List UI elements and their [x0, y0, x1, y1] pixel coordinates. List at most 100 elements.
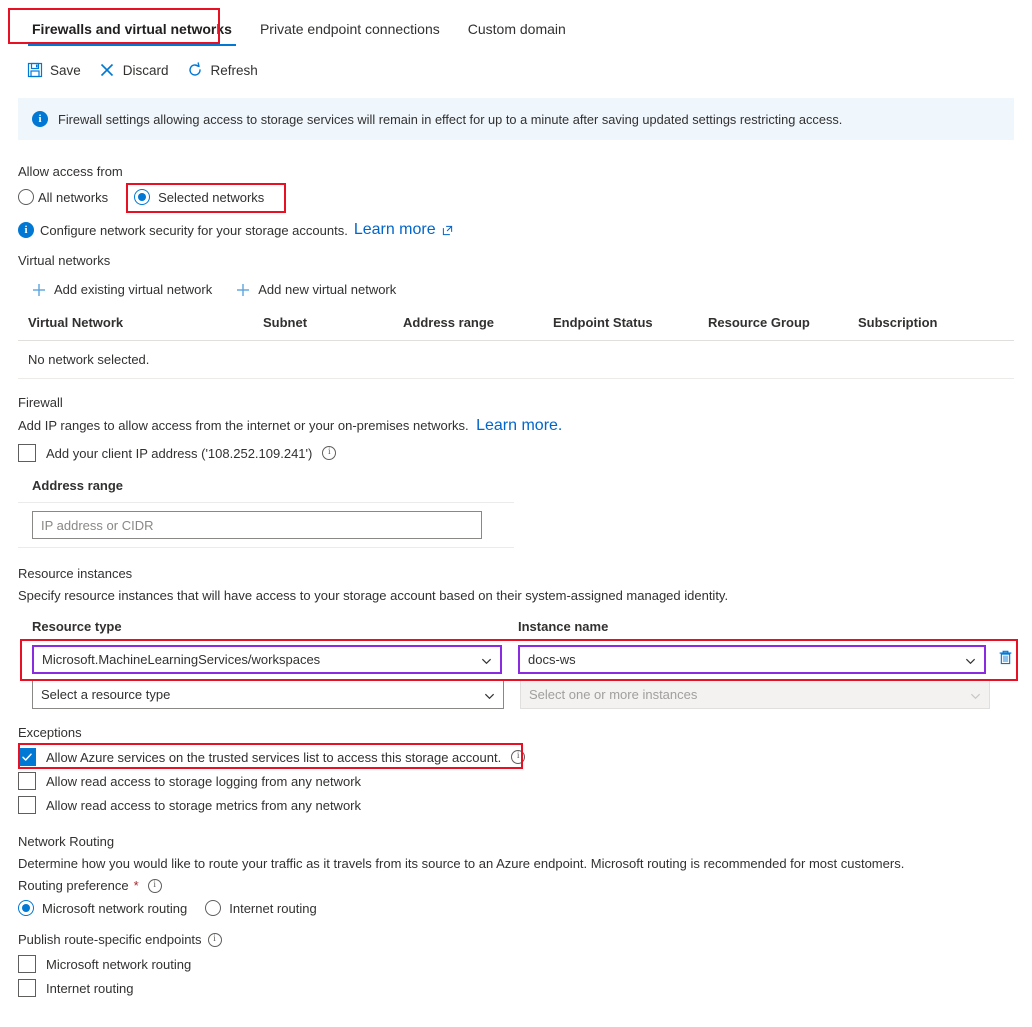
discard-label: Discard: [122, 62, 169, 78]
discard-button[interactable]: Discard: [99, 62, 169, 79]
trusted-services-checkbox[interactable]: [18, 748, 36, 766]
exception-label: Allow read access to storage metrics fro…: [46, 797, 362, 813]
resource-instances-label: Resource instances: [18, 566, 133, 581]
tab-custom-domain[interactable]: Custom domain: [454, 20, 580, 48]
info-banner: i Firewall settings allowing access to s…: [18, 98, 1014, 140]
exception-item-storage-logging[interactable]: Allow read access to storage logging fro…: [18, 772, 1014, 790]
add-new-virtual-network-button[interactable]: Add new virtual network: [236, 282, 396, 297]
column-header-subnet: Subnet: [253, 309, 393, 341]
add-client-ip-label: Add your client IP address ('108.252.109…: [46, 445, 313, 461]
instance-name-select[interactable]: docs-ws: [518, 645, 986, 674]
column-header-instance-name: Instance name: [518, 619, 609, 634]
publish-option-label: Microsoft network routing: [46, 956, 192, 972]
firewalls-and-virtual-networks-page: Firewalls and virtual networks Private e…: [0, 0, 1032, 1027]
divider: [18, 547, 514, 548]
info-outline-icon[interactable]: i: [511, 750, 526, 764]
column-header-resource-group: Resource Group: [698, 309, 848, 341]
column-header-virtual-network: Virtual Network: [18, 309, 253, 341]
radio-circle-icon[interactable]: [18, 900, 34, 916]
exception-item-storage-metrics[interactable]: Allow read access to storage metrics fro…: [18, 796, 1014, 814]
routing-preference-label-row: Routing preference * i: [18, 878, 1014, 893]
tab-label: Firewalls and virtual networks: [32, 21, 232, 37]
save-button[interactable]: Save: [26, 62, 81, 79]
info-filled-icon: i: [18, 222, 34, 238]
allow-access-label: Allow access from: [18, 164, 123, 179]
network-routing-label: Network Routing: [18, 834, 115, 849]
resource-type-placeholder: Select a resource type: [41, 687, 171, 702]
plus-icon: [236, 283, 250, 297]
resource-instance-row: Select a resource type Select one or mor…: [18, 677, 1014, 709]
tab-firewalls-and-virtual-networks[interactable]: Firewalls and virtual networks: [18, 20, 246, 48]
info-filled-icon: i: [32, 111, 48, 127]
command-bar: Save Discard Refresh: [0, 48, 1032, 92]
add-client-ip-checkbox[interactable]: [18, 444, 36, 462]
refresh-button[interactable]: Refresh: [187, 62, 258, 79]
info-outline-icon[interactable]: i: [207, 932, 222, 947]
column-header-endpoint-status: Endpoint Status: [543, 309, 698, 341]
info-outline-icon[interactable]: i: [322, 446, 337, 460]
radio-selected-networks[interactable]: Selected networks: [126, 185, 272, 209]
publish-internet-routing-row[interactable]: Internet routing: [18, 979, 1014, 997]
storage-metrics-checkbox[interactable]: [18, 796, 36, 814]
virtual-networks-actions: Add existing virtual network Add new vir…: [32, 282, 1014, 297]
storage-logging-checkbox[interactable]: [18, 772, 36, 790]
resource-type-select[interactable]: Microsoft.MachineLearningServices/worksp…: [32, 645, 502, 674]
refresh-circular-arrow-icon: [187, 62, 204, 79]
column-header-subscription: Subscription: [848, 309, 1014, 341]
exceptions-section: Exceptions Allow Azure services on the t…: [18, 725, 1014, 814]
network-routing-description: Determine how you would like to route yo…: [18, 856, 905, 871]
resource-type-select[interactable]: Select a resource type: [32, 680, 504, 709]
save-floppy-icon: [26, 62, 43, 79]
routing-preference-options: Microsoft network routing Internet routi…: [18, 900, 1014, 916]
publish-microsoft-network-routing-row[interactable]: Microsoft network routing: [18, 955, 1014, 973]
tab-private-endpoint-connections[interactable]: Private endpoint connections: [246, 20, 454, 48]
firewall-label: Firewall: [18, 395, 63, 410]
radio-all-networks[interactable]: All networks: [18, 189, 108, 205]
add-existing-virtual-network-button[interactable]: Add existing virtual network: [32, 282, 212, 297]
info-banner-text: Firewall settings allowing access to sto…: [58, 111, 843, 127]
address-range-input[interactable]: [32, 511, 482, 539]
column-header-address-range: Address range: [393, 309, 543, 341]
radio-circle-icon[interactable]: [134, 189, 151, 205]
instance-name-select-disabled: Select one or more instances: [520, 680, 990, 709]
chevron-down-icon: [484, 689, 495, 700]
publish-microsoft-routing-checkbox[interactable]: [18, 955, 36, 973]
network-security-hint: i Configure network security for your st…: [18, 221, 1014, 239]
info-outline-icon[interactable]: i: [147, 878, 162, 893]
firewall-description: Add IP ranges to allow access from the i…: [18, 418, 469, 433]
radio-circle-icon[interactable]: [205, 900, 222, 916]
instance-name-placeholder: Select one or more instances: [529, 687, 698, 702]
virtual-networks-section: Virtual networks Add existing virtual ne…: [18, 253, 1014, 379]
firewall-learn-more-link[interactable]: Learn more.: [476, 417, 562, 434]
address-range-group: Address range: [18, 478, 1014, 548]
required-marker: *: [133, 878, 139, 893]
empty-state-text: No network selected.: [18, 340, 1014, 379]
radio-microsoft-network-routing[interactable]: Microsoft network routing: [18, 900, 187, 916]
network-routing-section: Network Routing Determine how you would …: [18, 834, 1014, 997]
network-security-hint-text: Configure network security for your stor…: [40, 222, 348, 238]
address-range-label: Address range: [32, 478, 124, 493]
exception-label: Allow Azure services on the trusted serv…: [46, 749, 502, 765]
resource-instances-description: Specify resource instances that will hav…: [18, 588, 729, 603]
radio-circle-icon[interactable]: [18, 189, 34, 205]
publish-option-label: Internet routing: [46, 980, 134, 996]
exception-item-trusted-services[interactable]: Allow Azure services on the trusted serv…: [18, 748, 1014, 766]
chevron-down-icon: [965, 654, 976, 665]
refresh-label: Refresh: [210, 62, 258, 78]
publish-internet-routing-checkbox[interactable]: [18, 979, 36, 997]
tab-label: Custom domain: [467, 21, 566, 37]
plus-icon: [32, 283, 46, 297]
exception-label: Allow read access to storage logging fro…: [46, 773, 362, 789]
virtual-networks-table: Virtual Network Subnet Address range End…: [18, 309, 1014, 379]
resource-instances-section: Resource instances Specify resource inst…: [18, 566, 1018, 709]
resource-instances-column-headers: Resource type Instance name: [32, 619, 1014, 634]
trash-icon[interactable]: [997, 649, 1014, 671]
learn-more-link[interactable]: Learn more: [354, 221, 436, 239]
publish-endpoints-label-row: Publish route-specific endpoints i: [18, 932, 1014, 947]
column-header-resource-type: Resource type: [32, 619, 122, 634]
add-new-virtual-network-label: Add new virtual network: [258, 282, 397, 297]
add-client-ip-row: Add your client IP address ('108.252.109…: [18, 444, 1014, 462]
close-x-icon: [99, 62, 116, 79]
radio-internet-routing[interactable]: Internet routing: [205, 900, 317, 916]
publish-endpoints-label: Publish route-specific endpoints: [18, 932, 202, 947]
